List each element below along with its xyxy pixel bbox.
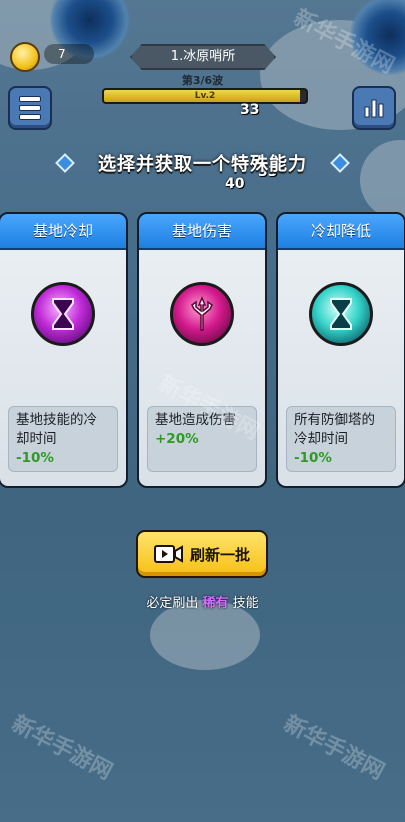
ability-card-base-cooldown[interactable]: 基地冷却 基地技能的冷却时间 -10% [0, 212, 128, 488]
card-title: 基地冷却 [0, 214, 126, 250]
video-play-icon [153, 545, 183, 563]
ability-card-base-damage[interactable]: 基地伤害 基地造成伤害+20% [137, 212, 267, 488]
coin-icon [10, 42, 40, 72]
refresh-label: 刷新一批 [189, 545, 250, 564]
bar-chart-icon [364, 99, 384, 118]
card-title: 冷却降低 [278, 214, 404, 250]
card-value: +20% [155, 431, 199, 447]
menu-button[interactable] [8, 86, 52, 130]
base-hp-bar: Lv.2 [102, 88, 308, 104]
wave-counter: 第3/6波 [181, 74, 224, 87]
level-label: Lv.2 [194, 91, 216, 101]
card-value: -10% [16, 450, 54, 466]
refresh-note: 必定刷出 稀有 技能 [146, 596, 259, 611]
stats-button[interactable] [352, 86, 396, 130]
stage-name: 1.冰原哨所 [130, 44, 276, 70]
damage-number: 40 [225, 176, 245, 192]
hourglass-icon [309, 282, 373, 346]
refresh-button[interactable]: 刷新一批 [136, 530, 268, 578]
card-description: 所有防御塔的冷却时间 -10% [286, 406, 396, 472]
card-description: 基地技能的冷却时间 -10% [8, 406, 118, 472]
hourglass-icon [31, 282, 95, 346]
menu-icon [19, 93, 41, 123]
coin-count: 7 [44, 44, 94, 64]
card-title: 基地伤害 [139, 214, 265, 250]
ability-card-tower-cooldown[interactable]: 冷却降低 所有防御塔的冷却时间 -10% [276, 212, 405, 488]
trident-icon [170, 282, 234, 346]
rare-tag: 稀有 [202, 596, 229, 611]
damage-number: 33 [240, 102, 260, 118]
card-value: -10% [294, 450, 332, 466]
